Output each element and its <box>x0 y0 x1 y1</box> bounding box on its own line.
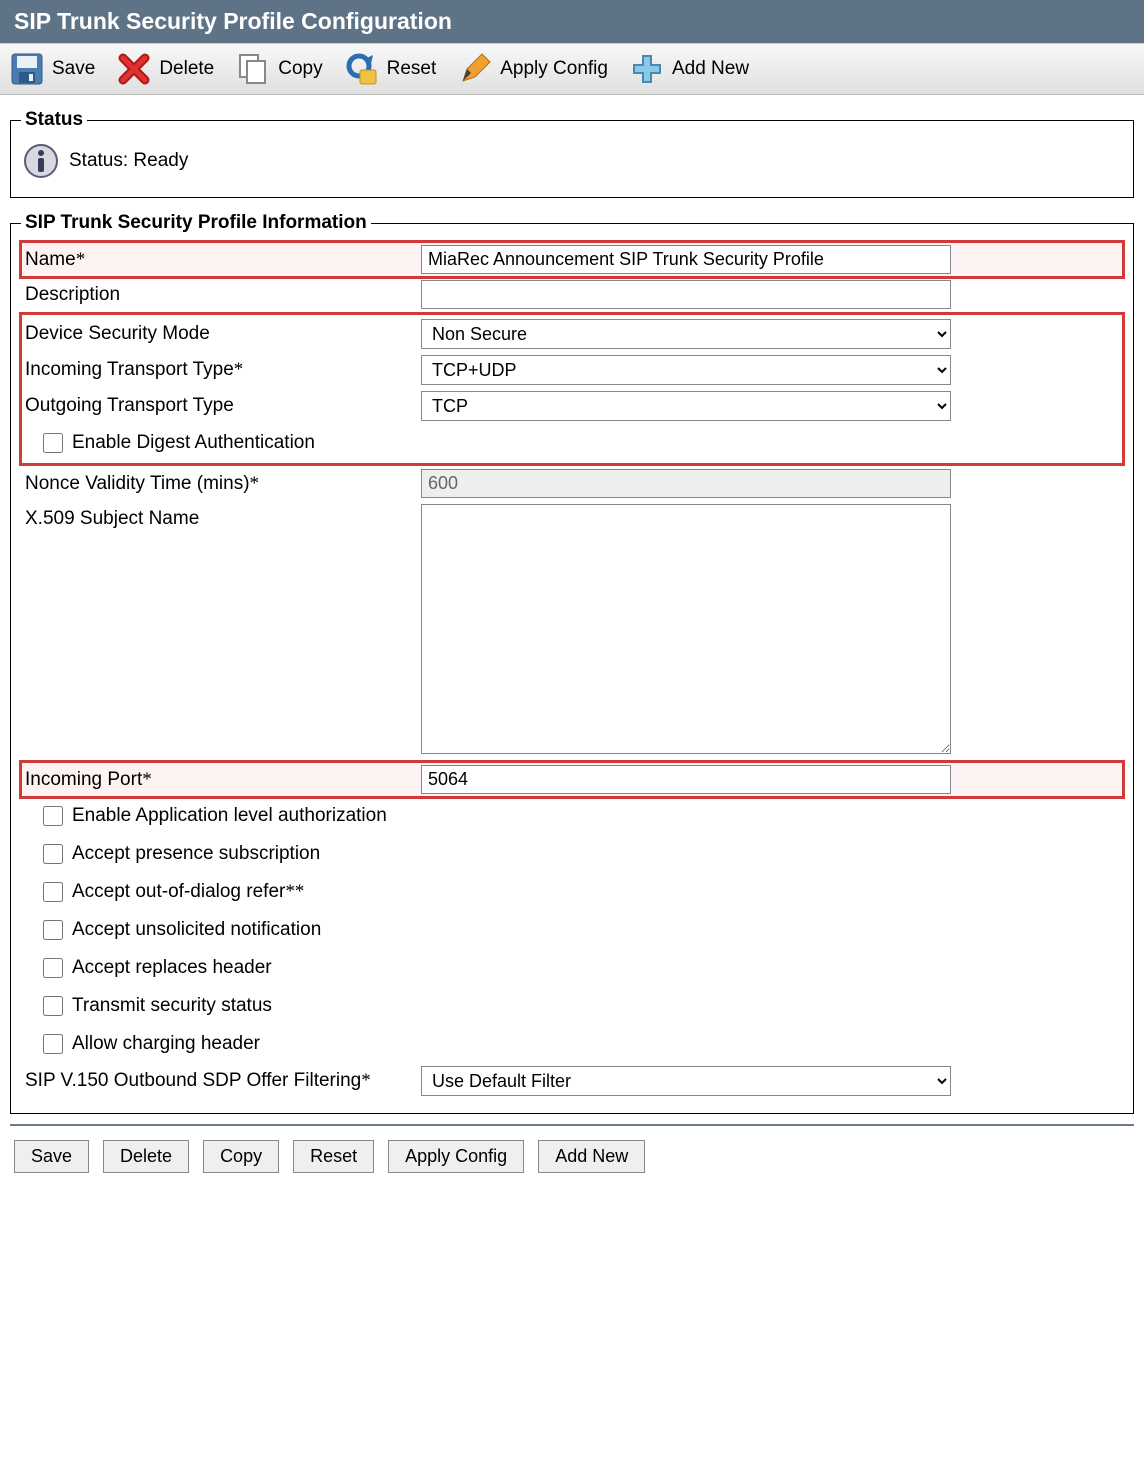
add-new-button[interactable]: Add New <box>630 52 749 86</box>
info-icon <box>23 143 59 179</box>
out-of-dialog-refer-checkbox[interactable] <box>43 882 63 902</box>
x509-row: X.509 Subject Name <box>21 501 1123 762</box>
digest-auth-checkbox[interactable] <box>43 433 63 453</box>
nonce-input <box>421 469 951 498</box>
app-level-auth-label: Enable Application level authorization <box>72 805 387 827</box>
save-label: Save <box>52 58 95 80</box>
replaces-header-checkbox[interactable] <box>43 958 63 978</box>
transmit-security-checkbox[interactable] <box>43 996 63 1016</box>
incoming-transport-select[interactable]: TCP+UDP <box>421 355 951 385</box>
presence-sub-label: Accept presence subscription <box>72 843 320 865</box>
name-row: Name* <box>21 242 1123 277</box>
replaces-header-row: Accept replaces header <box>21 949 1123 987</box>
unsolicited-notif-label: Accept unsolicited notification <box>72 919 321 941</box>
x509-textarea[interactable] <box>421 504 951 754</box>
presence-sub-row: Accept presence subscription <box>21 835 1123 873</box>
save-icon <box>10 52 44 86</box>
page-title: SIP Trunk Security Profile Configuration <box>0 0 1144 43</box>
pencil-icon <box>458 52 492 86</box>
reset-icon <box>345 52 379 86</box>
status-legend: Status <box>21 109 87 131</box>
nonce-row: Nonce Validity Time (mins)* <box>21 466 1123 501</box>
status-text: Status: Ready <box>69 150 188 172</box>
description-label: Description <box>25 284 120 305</box>
unsolicited-notif-checkbox[interactable] <box>43 920 63 940</box>
name-label: Name <box>25 249 76 270</box>
incoming-port-label: Incoming Port <box>25 769 142 790</box>
device-security-mode-label: Device Security Mode <box>25 323 210 344</box>
x509-label: X.509 Subject Name <box>25 508 199 529</box>
profile-info-fieldset: SIP Trunk Security Profile Information N… <box>10 212 1134 1114</box>
out-of-dialog-refer-row: Accept out-of-dialog refer** <box>21 873 1123 911</box>
outgoing-transport-row: Outgoing Transport Type TCP <box>21 388 1123 424</box>
save-button[interactable]: Save <box>10 52 95 86</box>
profile-info-legend: SIP Trunk Security Profile Information <box>21 212 371 234</box>
nonce-label: Nonce Validity Time (mins) <box>25 473 250 494</box>
copy-button-bottom[interactable]: Copy <box>203 1140 279 1173</box>
app-level-auth-checkbox[interactable] <box>43 806 63 826</box>
transmit-security-label: Transmit security status <box>72 995 272 1017</box>
allow-charging-row: Allow charging header <box>21 1025 1123 1063</box>
sdp-filter-select[interactable]: Use Default Filter <box>421 1066 951 1096</box>
description-input[interactable] <box>421 280 951 309</box>
reset-label: Reset <box>387 58 437 80</box>
status-fieldset: Status Status: Ready <box>10 109 1134 198</box>
transmit-security-row: Transmit security status <box>21 987 1123 1025</box>
device-security-mode-row: Device Security Mode Non Secure <box>21 316 1123 352</box>
apply-label: Apply Config <box>500 58 608 80</box>
add-new-button-bottom[interactable]: Add New <box>538 1140 645 1173</box>
separator <box>10 1124 1134 1126</box>
allow-charging-checkbox[interactable] <box>43 1034 63 1054</box>
digest-auth-row: Enable Digest Authentication <box>21 424 1123 462</box>
sdp-filter-row: SIP V.150 Outbound SDP Offer Filtering* … <box>21 1063 1123 1099</box>
allow-charging-label: Allow charging header <box>72 1033 260 1055</box>
replaces-header-label: Accept replaces header <box>72 957 272 979</box>
bottom-button-bar: Save Delete Copy Reset Apply Config Add … <box>0 1134 1144 1191</box>
description-row: Description <box>21 277 1123 312</box>
addnew-label: Add New <box>672 58 749 80</box>
out-of-dialog-refer-label: Accept out-of-dialog refer** <box>72 881 304 903</box>
presence-sub-checkbox[interactable] <box>43 844 63 864</box>
delete-button-bottom[interactable]: Delete <box>103 1140 189 1173</box>
security-group-highlight: Device Security Mode Non Secure Incoming… <box>21 314 1123 464</box>
copy-label: Copy <box>278 58 322 80</box>
outgoing-transport-select[interactable]: TCP <box>421 391 951 421</box>
device-security-mode-select[interactable]: Non Secure <box>421 319 951 349</box>
app-level-auth-row: Enable Application level authorization <box>21 797 1123 835</box>
digest-auth-label: Enable Digest Authentication <box>72 432 315 454</box>
incoming-transport-label: Incoming Transport Type <box>25 359 234 380</box>
reset-button[interactable]: Reset <box>345 52 437 86</box>
delete-icon <box>117 52 151 86</box>
save-button-bottom[interactable]: Save <box>14 1140 89 1173</box>
incoming-port-row: Incoming Port* <box>21 762 1123 797</box>
plus-icon <box>630 52 664 86</box>
reset-button-bottom[interactable]: Reset <box>293 1140 374 1173</box>
apply-config-button[interactable]: Apply Config <box>458 52 608 86</box>
incoming-transport-row: Incoming Transport Type* TCP+UDP <box>21 352 1123 388</box>
apply-config-button-bottom[interactable]: Apply Config <box>388 1140 524 1173</box>
unsolicited-notif-row: Accept unsolicited notification <box>21 911 1123 949</box>
incoming-port-input[interactable] <box>421 765 951 794</box>
name-input[interactable] <box>421 245 951 274</box>
copy-icon <box>236 52 270 86</box>
sdp-filter-label: SIP V.150 Outbound SDP Offer Filtering <box>25 1070 361 1091</box>
copy-button[interactable]: Copy <box>236 52 322 86</box>
outgoing-transport-label: Outgoing Transport Type <box>25 395 234 416</box>
delete-button[interactable]: Delete <box>117 52 214 86</box>
delete-label: Delete <box>159 58 214 80</box>
toolbar: Save Delete Copy Reset Apply Config Add … <box>0 43 1144 95</box>
